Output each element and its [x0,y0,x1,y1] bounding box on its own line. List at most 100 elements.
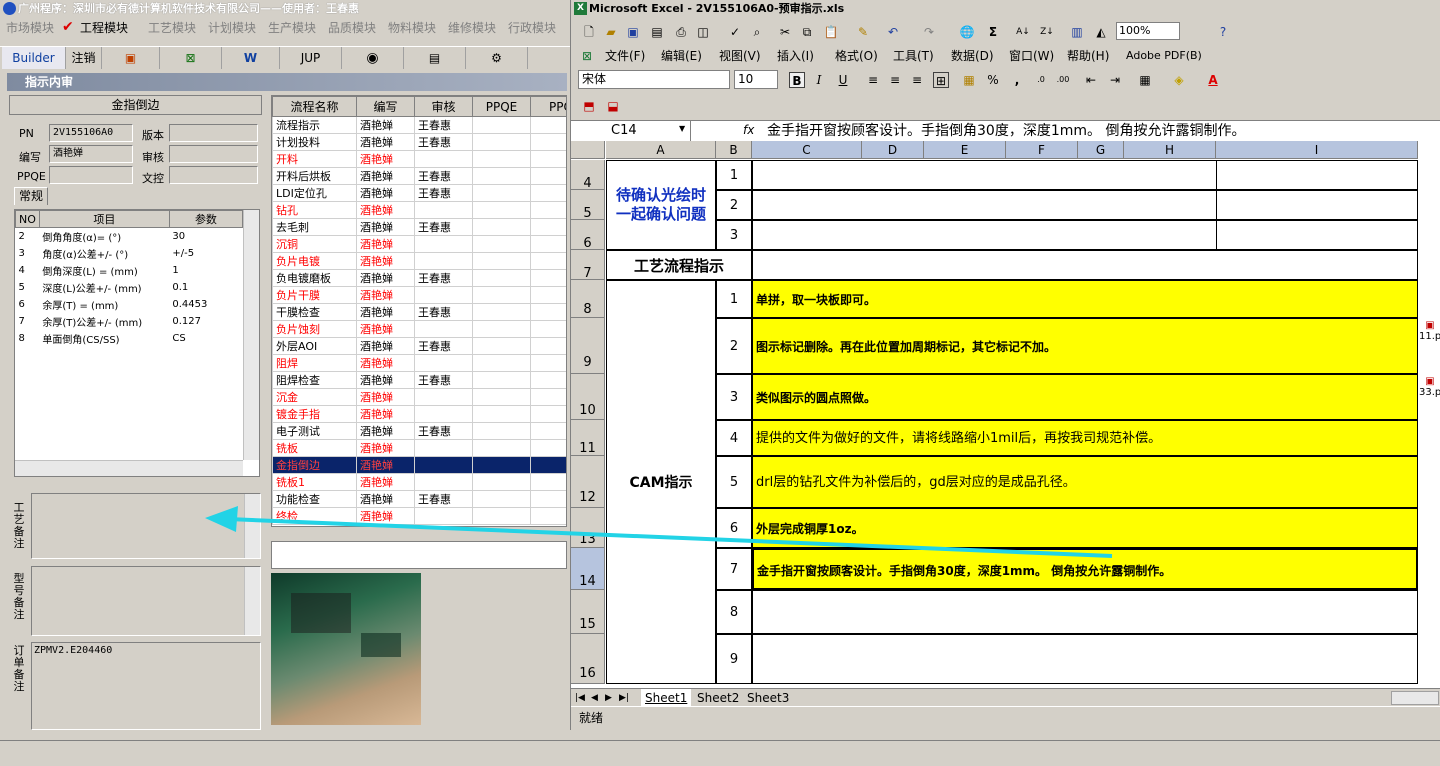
row-header[interactable]: 6 [571,220,605,251]
cell-C[interactable] [752,160,1418,190]
ppqe-field[interactable] [49,166,133,184]
builder-button[interactable]: Builder [2,47,66,69]
merge-center-icon[interactable]: ⊞ [933,72,949,88]
sheet-tab-2[interactable]: Sheet2 [693,689,743,707]
author-field[interactable]: 酒艳婵 [49,145,133,163]
chart-wizard-icon[interactable]: ▥ [1069,24,1085,40]
flow-row[interactable]: LDI定位孔 酒艳婵 王春惠 [272,184,566,202]
research-icon[interactable]: ⌕ [749,24,765,40]
print-preview-icon[interactable]: ◫ [695,24,711,40]
copy-icon[interactable]: ⧉ [799,24,815,40]
row-header[interactable]: 15 [571,590,605,634]
version-field[interactable] [169,124,258,142]
increase-indent-icon[interactable]: ⇥ [1107,72,1123,88]
flow-row[interactable]: 负电镀磨板 酒艳婵 王春惠 [272,269,566,287]
cell-B[interactable]: 3 [716,374,752,420]
align-right-icon[interactable]: ≡ [909,72,925,88]
cell-B[interactable]: 1 [716,280,752,318]
database-icon[interactable]: ▤ [404,47,466,69]
percent-icon[interactable]: % [985,72,1001,88]
params-header-value[interactable]: 参数 [168,210,244,228]
params-header-item[interactable]: 项目 [38,210,170,228]
pdf-convert-icon[interactable]: ⬒ [581,98,597,114]
column-header-I[interactable]: I [1216,141,1418,159]
flow-row[interactable]: 镀金手指 酒艳婵 [272,405,566,423]
params-row[interactable]: 8 单面倒角(CS/SS) CS [16,330,243,347]
drawing-icon[interactable]: ◭ [1093,24,1109,40]
format-painter-icon[interactable]: ✎ [855,24,871,40]
params-vscrollbar[interactable] [243,210,259,460]
flow-row[interactable]: 功能检查 酒艳婵 王春惠 [272,490,566,508]
tab-last-icon[interactable]: ▶| [619,689,629,707]
menu-quality[interactable]: 品质模块 [328,18,376,38]
row-header[interactable]: 5 [571,190,605,221]
column-header-B[interactable]: B [716,141,752,159]
row-header[interactable]: 10 [571,374,605,420]
menu-tools[interactable]: 工具(T) [893,45,934,67]
italic-button[interactable]: I [811,72,827,88]
save-icon[interactable]: ▣ [625,24,641,40]
cell-C[interactable] [752,634,1418,684]
params-row[interactable]: 4 倒角深度(L) = (mm) 1 [16,262,243,279]
eye-icon[interactable]: ◉ [342,47,404,69]
tab-general[interactable]: 常规 [14,187,48,205]
cell-C[interactable]: drl层的钻孔文件为补偿后的，gd层对应的是成品孔径。 [752,456,1418,508]
flow-header-name[interactable]: 流程名称 [272,96,357,117]
cell-B[interactable]: 8 [716,590,752,634]
flow-row[interactable]: 流程指示 酒艳婵 王春惠 [272,116,566,134]
cell-B[interactable]: 2 [716,318,752,374]
row-header[interactable]: 4 [571,160,605,191]
fill-color-icon[interactable]: ◈ [1171,72,1187,88]
cell-process-label[interactable]: 工艺流程指示 [606,250,752,280]
cell-B[interactable]: 1 [716,160,752,190]
flow-header-ppq[interactable]: PPQ [530,96,566,117]
cell-B[interactable]: 2 [716,190,752,220]
flow-row[interactable]: 负片蚀刻 酒艳婵 [272,320,566,338]
menu-help[interactable]: 帮助(H) [1067,45,1109,67]
row-header[interactable]: 8 [571,280,605,318]
spelling-icon[interactable]: ✓ [727,24,743,40]
pn-field[interactable]: 2V155106A0 [49,124,133,142]
redo-icon[interactable]: ↷ [921,24,937,40]
menu-insert[interactable]: 插入(I) [777,45,814,67]
menu-view[interactable]: 视图(V) [719,45,761,67]
ppt-icon[interactable]: ▣ [102,47,160,69]
excel-icon[interactable]: ⊠ [160,47,222,69]
help-icon[interactable]: ? [1215,24,1231,40]
embedded-object[interactable]: ▣ 11.p [1419,320,1440,364]
params-row[interactable]: 7 余厚(T)公差+/- (mm) 0.127 [16,313,243,330]
cell-C[interactable] [752,250,1418,280]
row-header[interactable]: 16 [571,634,605,684]
cell-B[interactable]: 5 [716,456,752,508]
menu-plan[interactable]: 计划模块 [208,18,256,38]
word-icon[interactable]: W [222,47,280,69]
flow-row[interactable]: 电子测试 酒艳婵 王春惠 [272,422,566,440]
flow-note-input[interactable] [271,541,567,569]
params-row[interactable]: 2 倒角角度(α)= (°) 30 [16,228,243,245]
flow-row[interactable]: 终检 酒艳婵 [272,507,566,525]
comma-icon[interactable]: , [1009,72,1025,88]
params-row[interactable]: 6 余厚(T) = (mm) 0.4453 [16,296,243,313]
cell-C[interactable] [752,190,1418,220]
params-hscrollbar[interactable] [15,460,243,476]
flow-row[interactable]: 负片干膜 酒艳婵 [272,286,566,304]
flow-row[interactable]: 金指倒边 酒艳婵 [272,456,566,474]
sort-asc-icon[interactable]: A↓ [1015,24,1031,40]
cell-C[interactable] [752,220,1418,250]
zoom-select[interactable]: 100% [1116,22,1180,40]
row-header[interactable]: 14 [571,548,605,590]
flow-row[interactable]: 阻焊检查 酒艳婵 王春惠 [272,371,566,389]
flow-row[interactable]: 铣板 酒艳婵 [272,439,566,457]
menu-engineering[interactable]: 工程模块 [80,18,128,38]
menu-edit[interactable]: 编辑(E) [661,45,702,67]
select-all-corner[interactable] [571,141,605,159]
cell-B[interactable]: 3 [716,220,752,250]
name-box[interactable]: C14 [571,121,691,141]
flow-row[interactable]: 去毛刺 酒艳婵 王春惠 [272,218,566,236]
cell-B[interactable]: 4 [716,420,752,456]
embedded-object[interactable]: ▣ 33.p [1419,376,1440,420]
cell-C[interactable]: 提供的文件为做好的文件，请将线路缩小1mil后，再按我司规范补偿。 [752,420,1418,456]
cell-B[interactable]: 9 [716,634,752,684]
row-header[interactable]: 7 [571,250,605,281]
review-field[interactable] [169,145,258,163]
